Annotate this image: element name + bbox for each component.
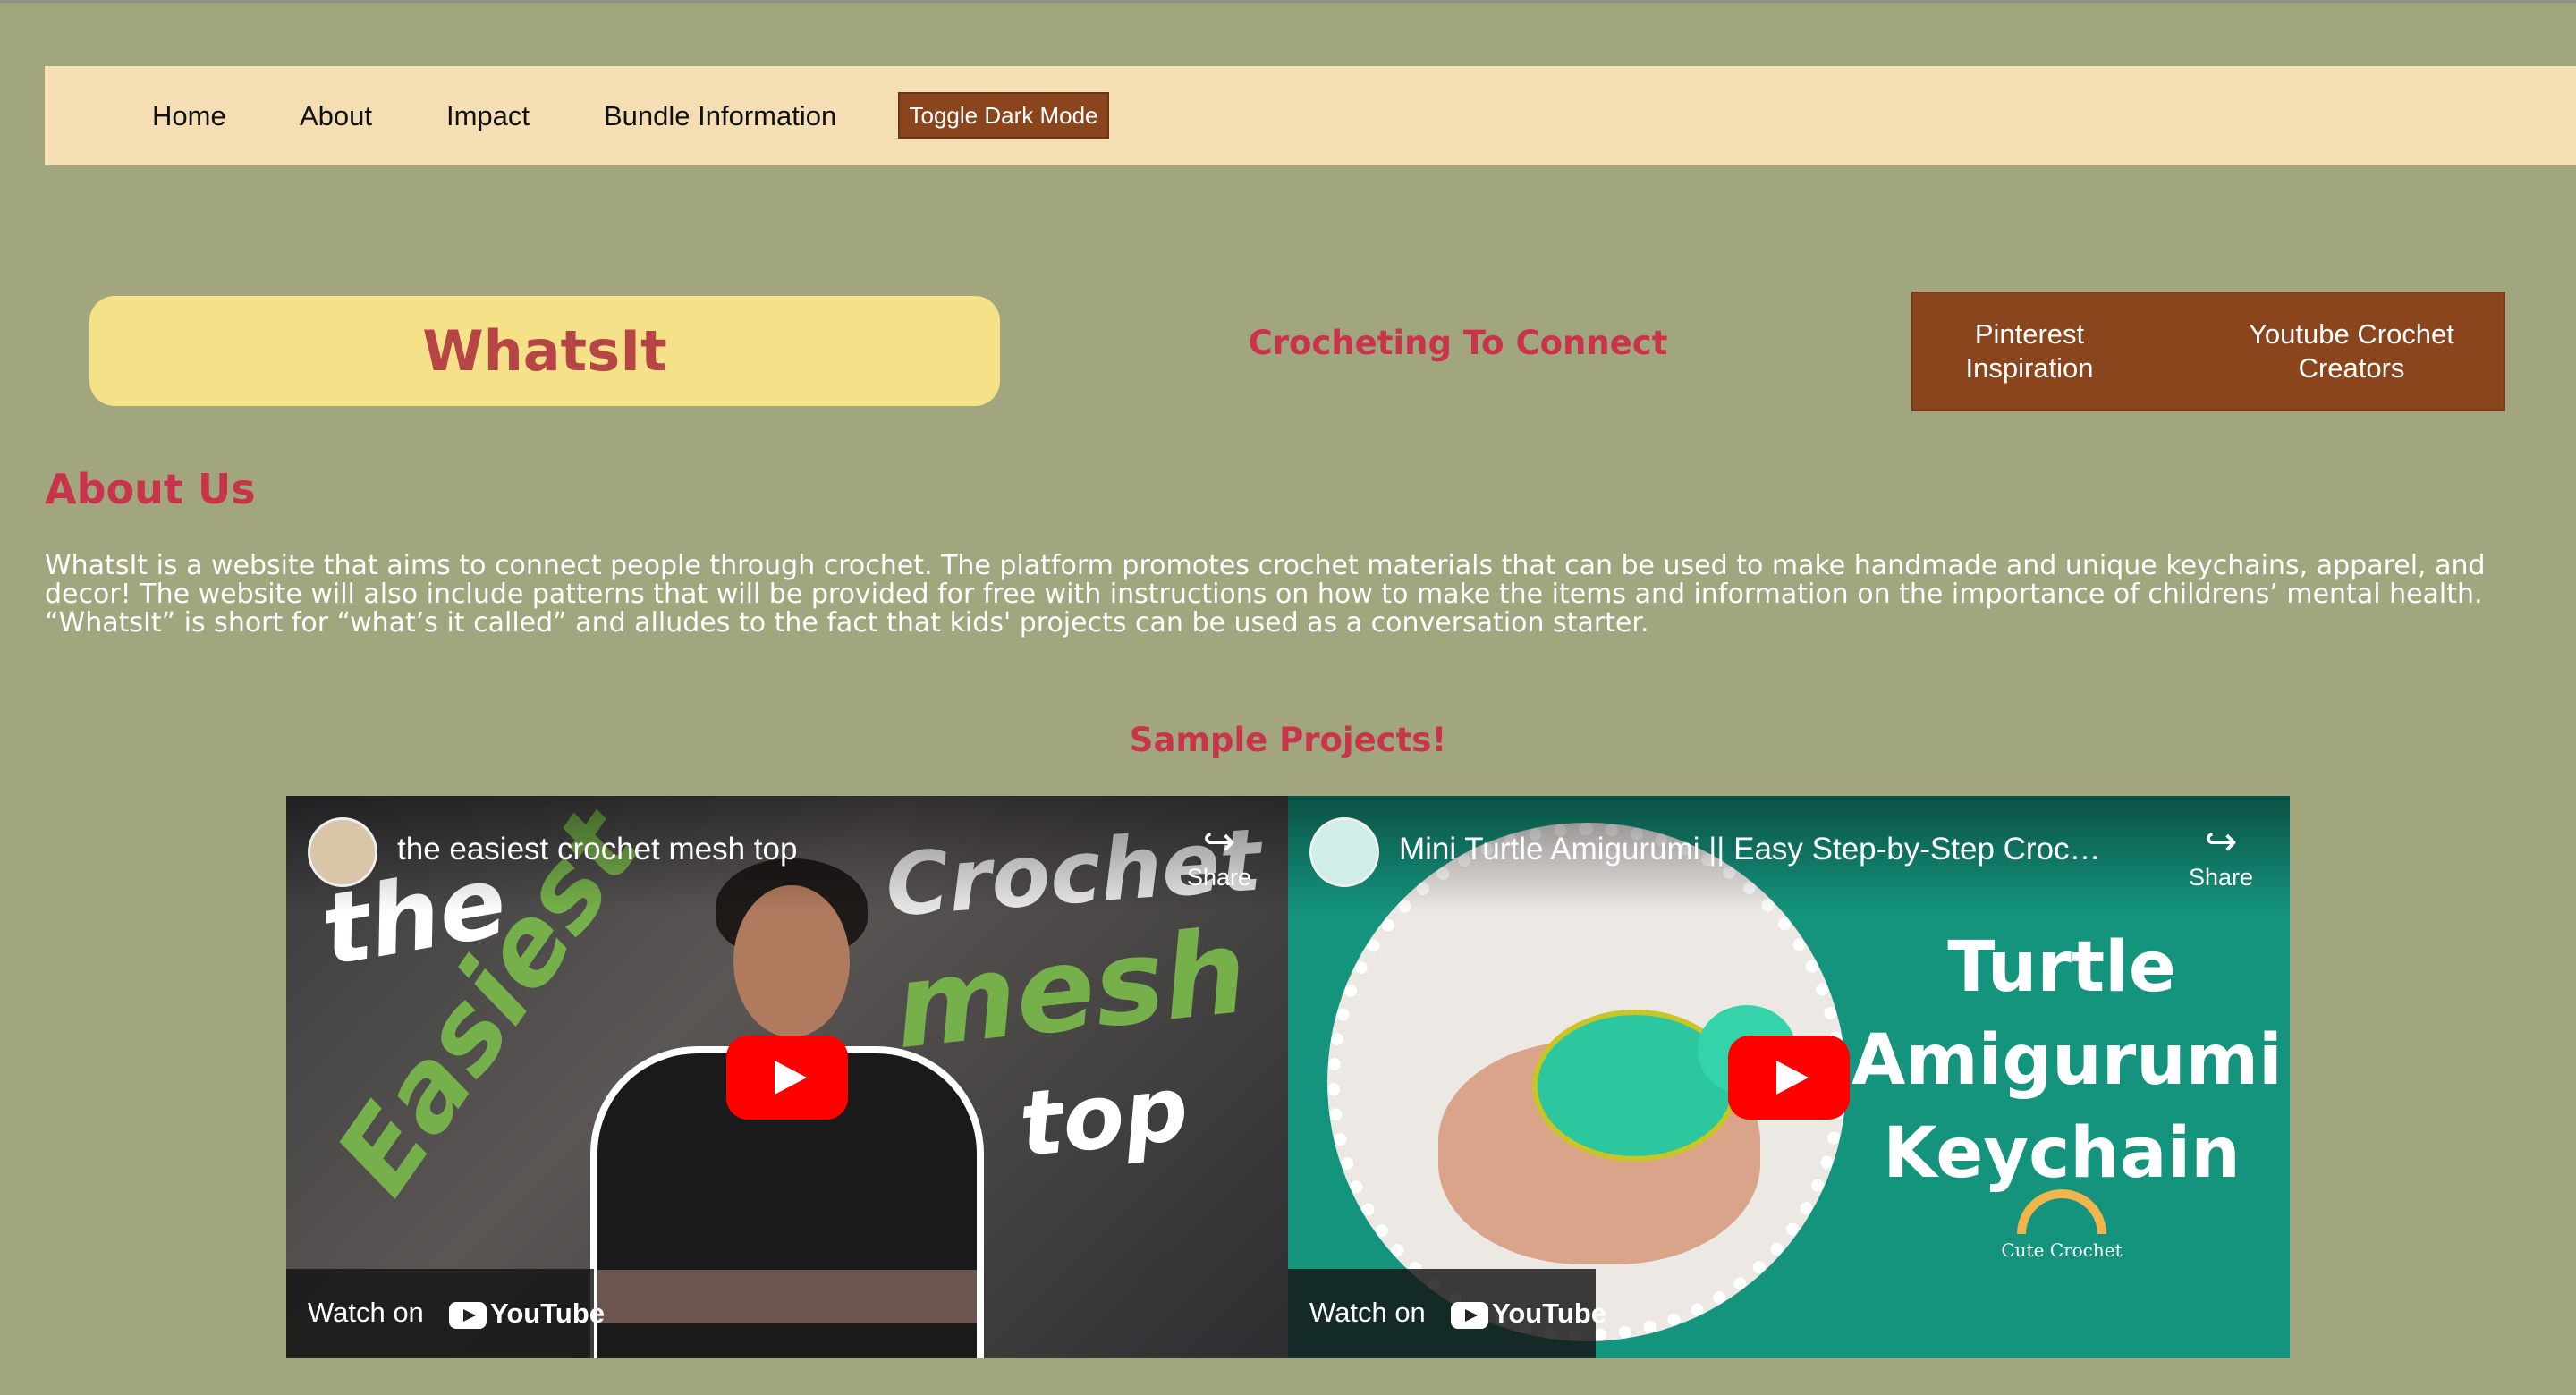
cute-crochet-logo-text: Cute Crochet	[2001, 1239, 2123, 1261]
share-button[interactable]: ↪ Share	[2181, 821, 2261, 892]
channel-avatar-icon[interactable]	[1309, 817, 1379, 887]
share-icon: ↪	[1202, 820, 1236, 864]
nav-about-link[interactable]: About	[300, 66, 372, 165]
nav-bar: Home About Impact Bundle Information Tog…	[45, 66, 2576, 165]
sample-projects-heading: Sample Projects!	[1129, 721, 1447, 759]
share-button[interactable]: ↪ Share	[1179, 821, 1259, 892]
thumb-word-amigurumi: Amigurumi	[1852, 1020, 2283, 1101]
external-links-box: Pinterest Inspiration Youtube Crochet Cr…	[1911, 292, 2505, 411]
thumbnail-title-text: Turtle Amigurumi Keychain	[1852, 921, 2283, 1200]
nav-home-link[interactable]: Home	[152, 66, 226, 165]
thumb-word-keychain: Keychain	[1883, 1113, 2241, 1194]
watch-on-label: Watch on	[1309, 1297, 1426, 1328]
watch-on-label: Watch on	[308, 1297, 424, 1328]
youtube-logo-icon: YouTube	[1451, 1299, 1606, 1329]
video-title[interactable]: Mini Turtle Amigurumi || Easy Step-by-St…	[1399, 832, 2114, 867]
pinterest-inspiration-link[interactable]: Pinterest Inspiration	[1940, 317, 2119, 385]
cute-crochet-logo: Cute Crochet	[1995, 1189, 2129, 1261]
play-icon[interactable]	[1728, 1036, 1850, 1120]
toggle-dark-mode-button[interactable]: Toggle Dark Mode	[898, 92, 1109, 139]
site-title: WhatsIt	[422, 318, 667, 384]
about-us-text: WhatsIt is a website that aims to connec…	[45, 550, 2486, 638]
about-us-heading: About Us	[45, 465, 256, 513]
video-embed-mesh-top[interactable]: the Easiest Crochet mesh top the easiest…	[286, 796, 1288, 1358]
watch-on-youtube-button[interactable]: Watch on YouTube	[286, 1269, 605, 1358]
share-icon: ↪	[2204, 820, 2238, 864]
youtube-logo-icon: YouTube	[449, 1299, 605, 1329]
site-tagline: Crocheting To Connect	[1248, 324, 1668, 362]
thumb-word-top: top	[1014, 1055, 1193, 1178]
brand-banner: WhatsIt	[89, 296, 1000, 406]
channel-avatar-icon[interactable]	[308, 817, 377, 887]
nav-bundle-information-link[interactable]: Bundle Information	[604, 66, 836, 165]
play-icon[interactable]	[726, 1036, 848, 1120]
share-label: Share	[1186, 864, 1252, 891]
thumb-word-turtle: Turtle	[1947, 927, 2176, 1008]
person-band	[597, 1270, 977, 1323]
video-embed-turtle-amigurumi[interactable]: Turtle Amigurumi Keychain Cute Crochet M…	[1288, 796, 2290, 1358]
watch-on-youtube-button[interactable]: Watch on YouTube	[1288, 1269, 1606, 1358]
rainbow-icon	[2017, 1189, 2106, 1234]
youtube-crochet-creators-link[interactable]: Youtube Crochet Creators	[2217, 317, 2486, 385]
video-title[interactable]: the easiest crochet mesh top	[397, 832, 1113, 867]
share-label: Share	[2188, 864, 2254, 891]
window-top-border	[0, 0, 2576, 3]
nav-impact-link[interactable]: Impact	[446, 66, 530, 165]
